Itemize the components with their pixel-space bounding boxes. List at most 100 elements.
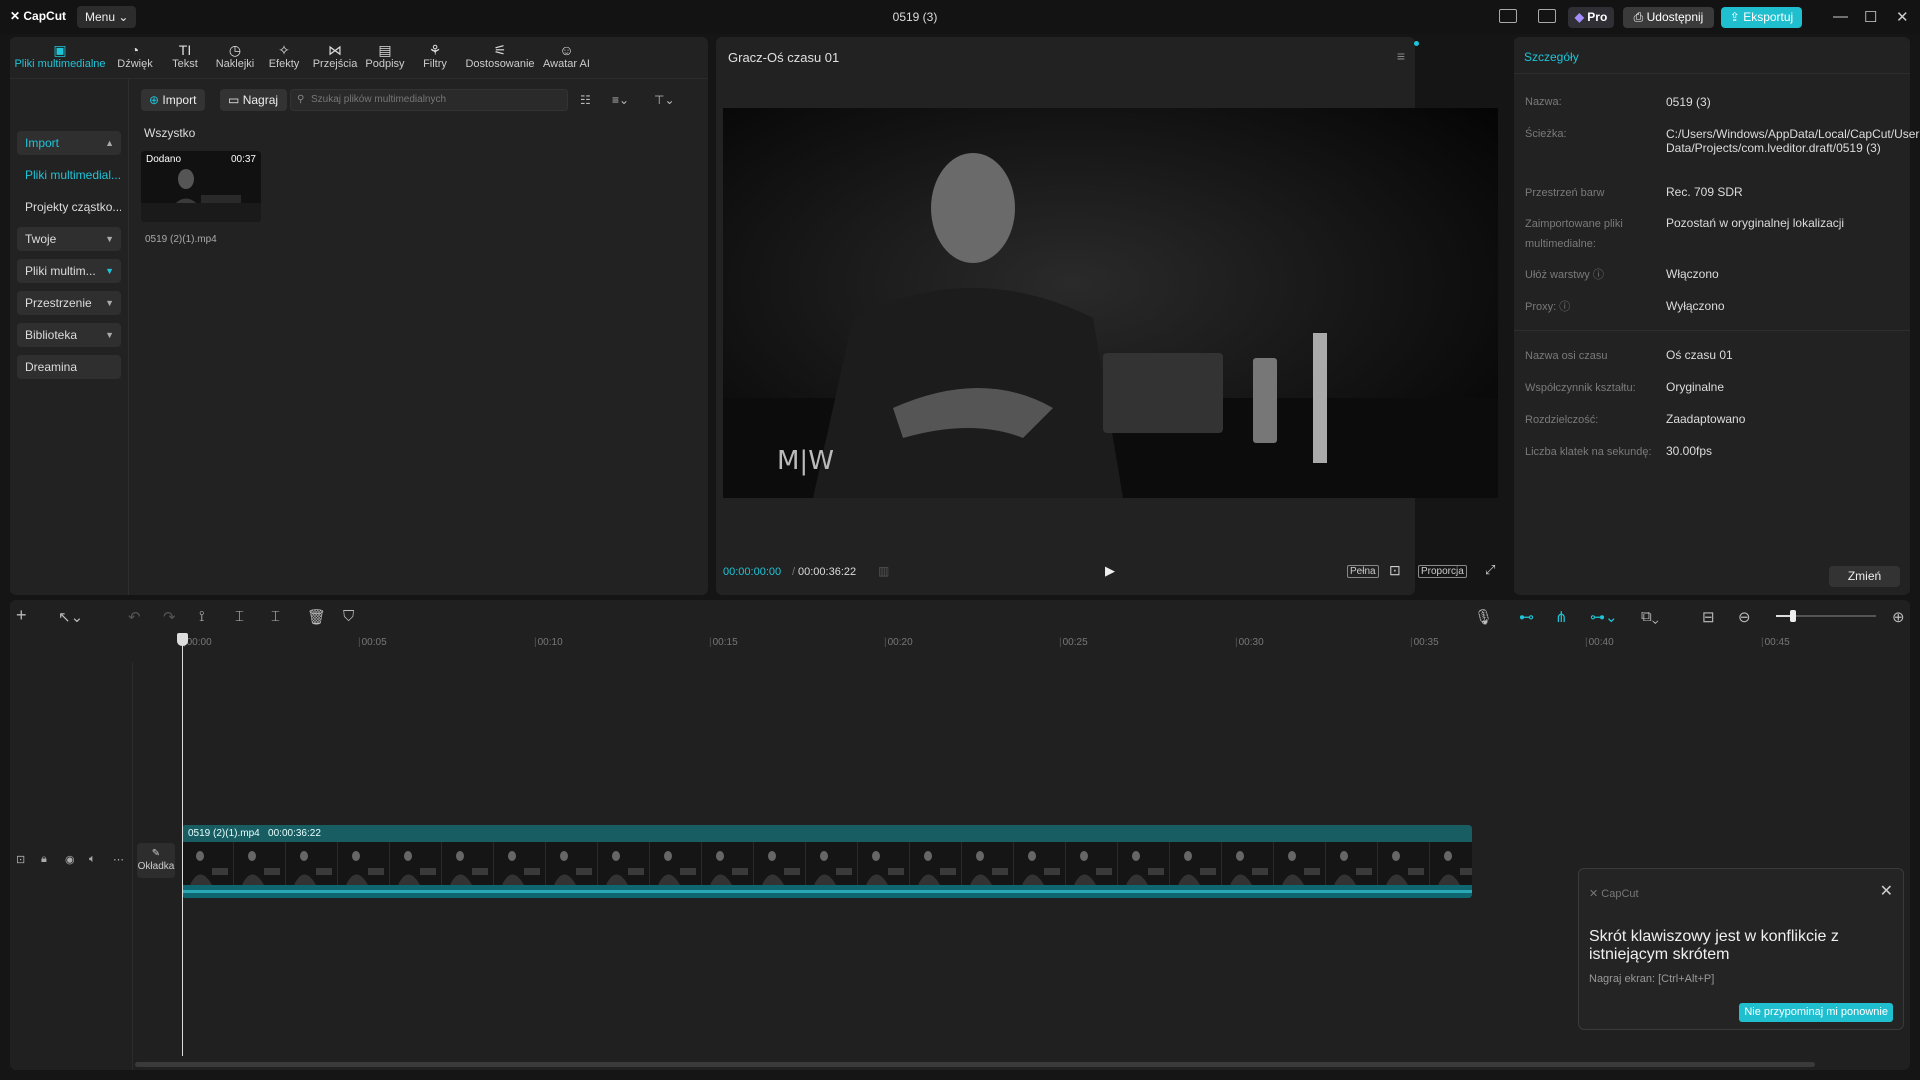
tab-ai-avatar-label: Awatar AI	[543, 58, 590, 70]
split-left-icon[interactable]: ⌶	[235, 608, 244, 625]
sidebar-item-dreamina[interactable]: Dreamina	[17, 355, 121, 379]
waveform-toggle-icon[interactable]: ▥	[878, 564, 889, 578]
details-panel: Szczegóły Nazwa: 0519 (3) Ścieżka: C:/Us…	[1514, 37, 1920, 595]
ruler-tick: 00:20	[884, 637, 913, 648]
toast-message: Skrót klawiszowy jest w konflikcie z ist…	[1589, 928, 1839, 963]
tab-text-label: Tekst	[172, 58, 198, 70]
dont-remind-button[interactable]: Nie przypominaj mi ponownie	[1739, 1003, 1893, 1022]
zoom-slider-handle[interactable]	[1790, 610, 1796, 622]
player-menu-icon[interactable]: ≡	[1397, 48, 1405, 64]
import-button[interactable]: ⊕ Import	[141, 89, 206, 111]
sidebar-item-label: Import	[25, 136, 60, 150]
more-icon[interactable]: ⋯	[113, 853, 124, 866]
detail-value-path: C:/Users/Windows/AppData/Local/CapCut/Us…	[1666, 127, 1920, 155]
sidebar-item-sub-projects[interactable]: Projekty cząstko...	[17, 195, 121, 219]
play-icon[interactable]: ▶	[1105, 563, 1115, 579]
select-tool-icon[interactable]: ↖⌄	[58, 608, 83, 626]
tab-captions[interactable]: ▤ Podpisy	[364, 42, 406, 70]
snap-icon[interactable]: ⊶⌄	[1590, 608, 1618, 626]
capcut-logo-icon: ✕	[1589, 888, 1602, 900]
tab-text[interactable]: TI Tekst	[168, 42, 202, 70]
tab-audio[interactable]: ◔ Dźwięk	[116, 42, 154, 70]
marker-icon[interactable]: ⛉	[343, 608, 354, 625]
delete-icon[interactable]: 🗑	[307, 608, 326, 626]
tab-effects[interactable]: ✧ Efekty	[265, 42, 303, 70]
pro-button[interactable]: ◆ Pro	[1568, 7, 1614, 28]
layout-icon[interactable]	[1499, 9, 1517, 23]
split-icon[interactable]: ⟟	[199, 608, 205, 625]
track-cover-icon[interactable]: ⊡	[16, 853, 25, 866]
maximize-icon[interactable]: ☐	[1864, 8, 1877, 26]
ruler-tick: 00:30	[1235, 637, 1264, 648]
redo-icon[interactable]: ↷	[163, 608, 176, 626]
record-button[interactable]: ▭ Nagraj	[220, 89, 288, 111]
link-clips-icon[interactable]: ⊷	[1519, 608, 1534, 626]
sidebar-item-label: Dreamina	[25, 360, 78, 374]
cover-button[interactable]: ✎ Okładka	[137, 843, 175, 878]
upload-icon: ⇪	[1729, 10, 1740, 24]
lock-icon[interactable]: 🔒︎	[41, 853, 47, 866]
media-thumbnail[interactable]: Dodano 00:37	[141, 151, 261, 222]
sidebar-item-spaces[interactable]: Przestrzenie ▼	[17, 291, 121, 315]
export-button[interactable]: ⇪ Eksportuj	[1721, 7, 1802, 28]
tab-media[interactable]: ▣ Pliki multimedialne	[12, 42, 108, 70]
video-clip[interactable]: 0519 (2)(1).mp4 00:00:36:22	[182, 825, 1472, 898]
detail-label: Ścieżka:	[1525, 128, 1567, 140]
ruler-tick: 00:45	[1761, 637, 1790, 648]
ratio-button[interactable]: Proporcja	[1418, 565, 1467, 578]
detail-label: Rozdzielczość:	[1525, 414, 1599, 426]
timeline-scrollbar[interactable]	[135, 1062, 1815, 1067]
share-button[interactable]: ⎙ Udostępnij	[1623, 7, 1714, 28]
tool-tabs: ▣ Pliki multimedialne ◔ Dźwięk TI Tekst ◷ Na…	[10, 37, 708, 79]
toast-shortcut: Nagraj ekran: [Ctrl+Alt+P]	[1589, 973, 1715, 985]
sort-icon[interactable]: ≡⌄	[612, 93, 629, 107]
tab-stickers[interactable]: ◷ Naklejki	[213, 42, 257, 70]
zoom-in-icon[interactable]: ⊕	[1892, 608, 1905, 626]
plus-icon: ⊕	[149, 93, 160, 107]
filter-icon[interactable]: ⊤⌄	[654, 93, 675, 107]
close-icon[interactable]: ✕	[1880, 881, 1893, 901]
clip-name: 0519 (2)(1).mp4	[188, 828, 260, 839]
sidebar-item-yours[interactable]: Twoje ▼	[17, 227, 121, 251]
tab-transitions[interactable]: ⋈ Przejścia	[312, 42, 358, 70]
video-preview[interactable]: M|W	[723, 108, 1498, 498]
close-window-icon[interactable]: ✕	[1896, 8, 1909, 26]
playhead-handle[interactable]	[177, 633, 188, 646]
tab-adjust-label: Dostosowanie	[465, 58, 535, 70]
playhead[interactable]	[182, 634, 183, 1056]
search-input[interactable]: ⚲ Szukaj plików multimedialnych	[290, 89, 568, 111]
full-quality-button[interactable]: Pełna	[1347, 565, 1379, 578]
clip-duration: 00:00:36:22	[268, 828, 321, 839]
magnet-icon[interactable]: ⋔	[1555, 608, 1568, 626]
tab-ai-avatar[interactable]: ☺ Awatar AI	[539, 42, 594, 70]
change-button[interactable]: Zmień	[1829, 566, 1900, 587]
add-track-icon[interactable]: +	[16, 605, 27, 626]
sidebar-item-media-files[interactable]: Pliki multimedial...	[17, 163, 121, 187]
divider	[1514, 73, 1910, 74]
undo-icon[interactable]: ↶	[128, 608, 141, 626]
zoom-preview-icon[interactable]: ⊡	[1389, 562, 1401, 579]
clip-waveform	[182, 885, 1472, 898]
zoom-out-icon[interactable]: ⊖	[1738, 608, 1751, 626]
tab-adjust[interactable]: ⚟ Dostosowanie	[462, 42, 538, 70]
grid-view-icon[interactable]: ☷	[580, 93, 591, 107]
text-icon: TI	[178, 42, 192, 58]
microphone-icon[interactable]: 🎙	[1474, 608, 1493, 626]
sidebar-item-media-cloud[interactable]: Pliki multim... ▼	[17, 259, 121, 283]
details-title: Szczegóły	[1524, 50, 1579, 64]
preview-axis-icon[interactable]: ⧉⌄	[1641, 608, 1659, 625]
zoom-slider[interactable]	[1776, 610, 1876, 622]
speaker-icon[interactable]: 🔈︎	[89, 853, 96, 866]
eye-icon[interactable]: ◉	[65, 853, 75, 866]
detail-value-name: 0519 (3)	[1666, 95, 1711, 109]
fit-timeline-icon[interactable]: ⊟	[1702, 608, 1715, 626]
minimize-icon[interactable]: —	[1833, 8, 1848, 25]
shortcuts-icon[interactable]	[1538, 9, 1556, 23]
divider	[1514, 330, 1910, 331]
toast-app-name: ✕ CapCut	[1589, 887, 1639, 900]
split-right-icon[interactable]: ⌶	[271, 608, 280, 625]
tab-filters[interactable]: ⚘ Filtry	[419, 42, 451, 70]
sidebar-item-import[interactable]: Import ▲	[17, 131, 121, 155]
fullscreen-icon[interactable]: ⤢	[1485, 562, 1495, 578]
sidebar-item-library[interactable]: Biblioteka ▼	[17, 323, 121, 347]
